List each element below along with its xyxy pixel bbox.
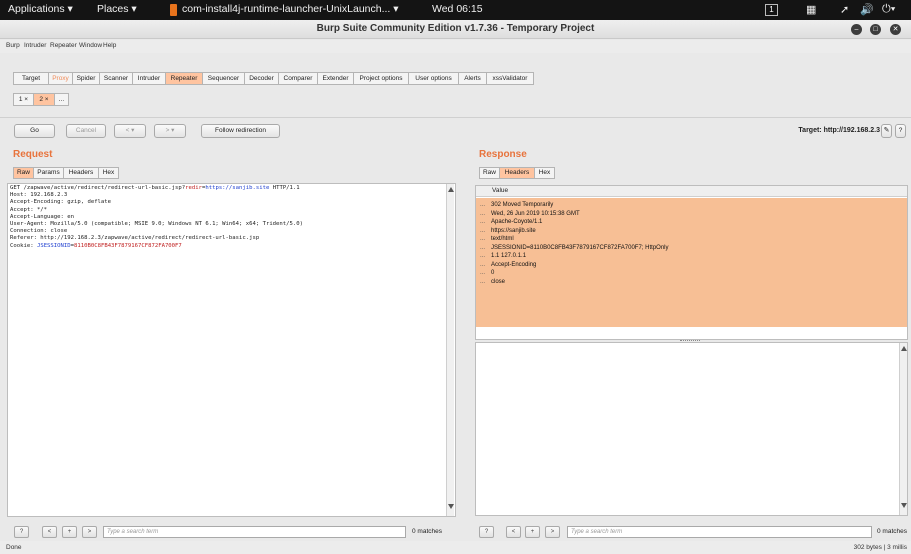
tab-repeater[interactable]: Repeater	[165, 72, 203, 85]
repeater-tab-new[interactable]: ...	[54, 93, 69, 106]
table-row[interactable]: ... 302 Moved Temporarily	[476, 201, 907, 210]
menu-intruder[interactable]: Intruder	[24, 42, 46, 49]
window-title: Burp Suite Community Edition v1.7.36 - T…	[316, 23, 595, 34]
tab-proxy[interactable]: Proxy	[48, 72, 73, 85]
tab-alerts[interactable]: Alerts	[458, 72, 487, 85]
response-search-next-button[interactable]: >	[545, 526, 560, 538]
table-row[interactable]: ... close	[476, 278, 907, 287]
request-tab-hex[interactable]: Hex	[98, 167, 119, 179]
tab-target[interactable]: Target	[13, 72, 49, 85]
response-search-prev-button[interactable]: <	[506, 526, 521, 538]
table-row[interactable]: ... text/html	[476, 235, 907, 244]
request-header-line: Accept-Language: en	[10, 213, 74, 220]
menu-help[interactable]: Help	[103, 42, 116, 49]
request-header-line: Accept-Encoding: gzip, deflate	[10, 199, 112, 206]
status-bar: Done 302 bytes | 3 millis	[0, 541, 911, 554]
edit-target-icon[interactable]: ✎	[881, 124, 892, 138]
request-tab-raw[interactable]: Raw	[13, 167, 34, 179]
menu-burp[interactable]: Burp	[6, 42, 20, 49]
table-row[interactable]: ... 1.1 127.0.1.1	[476, 252, 907, 261]
target-label: Target: http://192.168.2.3	[798, 127, 880, 134]
table-body: ... 302 Moved Temporarily ... Wed, 26 Jun …	[476, 198, 907, 327]
separator	[0, 117, 911, 118]
response-tab-raw[interactable]: Raw	[479, 167, 500, 179]
response-search-input[interactable]: Type a search term	[567, 526, 872, 538]
tab-scanner[interactable]: Scanner	[99, 72, 133, 85]
places-menu[interactable]: Places ▾	[97, 3, 137, 15]
request-header-line: Accept: */*	[10, 206, 48, 213]
power-icon[interactable]: ⏻▾	[882, 3, 895, 16]
clock[interactable]: Wed 06:15	[432, 3, 483, 15]
request-title: Request	[13, 149, 53, 160]
request-header-line: Connection: close	[10, 228, 68, 235]
table-row[interactable]: ... 0	[476, 269, 907, 278]
tab-extender[interactable]: Extender	[317, 72, 354, 85]
menu-bar: Burp Intruder Repeater Window Help	[0, 40, 911, 53]
table-row[interactable]: ... https://sanjib.site	[476, 227, 907, 236]
response-match-count: 0 matches	[877, 528, 907, 535]
request-match-count: 0 matches	[412, 528, 442, 535]
back-button[interactable]: < ▾	[114, 124, 146, 138]
system-top-bar: Applications ▾ Places ▾ com-install4j-ru…	[0, 0, 911, 20]
tab-spider[interactable]: Spider	[72, 72, 100, 85]
request-search-prev-button[interactable]: <	[42, 526, 57, 538]
table-row[interactable]: ... Wed, 26 Jun 2019 10:15:38 GMT	[476, 210, 907, 219]
table-header[interactable]: Value	[476, 186, 907, 197]
table-row[interactable]: ... Accept-Encoding	[476, 261, 907, 270]
request-tab-params[interactable]: Params	[33, 167, 64, 179]
tab-xssvalidator[interactable]: xssValidator	[486, 72, 534, 85]
close-button[interactable]: ✕	[890, 24, 901, 35]
window-title-bar[interactable]: Burp Suite Community Edition v1.7.36 - T…	[0, 20, 911, 39]
response-title: Response	[479, 149, 527, 160]
tab-sequencer[interactable]: Sequencer	[202, 72, 245, 85]
request-line: GET /zapwave/active/redirect/redirect-ur…	[10, 185, 300, 191]
response-body-editor[interactable]	[475, 342, 908, 516]
maximize-button[interactable]: □	[870, 24, 881, 35]
tab-project-options[interactable]: Project options	[353, 72, 409, 85]
go-button[interactable]: Go	[14, 124, 55, 138]
cancel-button[interactable]: Cancel	[66, 124, 106, 138]
follow-redirection-button[interactable]: Follow redirection	[201, 124, 280, 138]
repeater-tab-2[interactable]: 2 ×	[33, 93, 55, 106]
request-editor[interactable]: GET /zapwave/active/redirect/redirect-ur…	[7, 183, 456, 517]
request-search-input[interactable]: Type a search term	[103, 526, 406, 538]
active-window-menu[interactable]: com-install4j-runtime-launcher-UnixLaunc…	[182, 3, 399, 15]
table-row[interactable]: ... JSESSIONID=8110B0C8FB43F7879167CF872F…	[476, 244, 907, 253]
target-help-icon[interactable]: ?	[895, 124, 906, 138]
table-row[interactable]: ... Apache-Coyote/1.1	[476, 218, 907, 227]
tab-intruder[interactable]: Intruder	[132, 72, 166, 85]
workspace-indicator[interactable]: 1	[765, 4, 778, 16]
menu-repeater[interactable]: Repeater	[50, 42, 77, 49]
response-tab-headers[interactable]: Headers	[499, 167, 535, 179]
request-header-line: Host: 192.168.2.3	[10, 192, 68, 199]
request-tab-headers[interactable]: Headers	[63, 167, 99, 179]
response-tab-hex[interactable]: Hex	[534, 167, 555, 179]
minimize-button[interactable]: –	[851, 24, 862, 35]
power-cord-icon: ➚	[840, 4, 850, 16]
response-scrollbar[interactable]	[899, 343, 907, 515]
applications-menu[interactable]: Applications ▾	[8, 3, 73, 15]
repeater-tab-1[interactable]: 1 ×	[13, 93, 34, 106]
response-stats: 302 bytes | 3 millis	[853, 544, 907, 551]
response-headers-table[interactable]: Value ... 302 Moved Temporarily ... Wed, 2…	[475, 185, 908, 340]
request-header-line: Referer: http://192.168.2.3/zapwave/acti…	[10, 235, 260, 242]
response-search-help-button[interactable]: ?	[479, 526, 494, 538]
volume-icon[interactable]: 🔊	[860, 3, 874, 16]
java-app-icon	[170, 4, 177, 16]
forward-button[interactable]: > ▾	[154, 124, 186, 138]
request-search-next-button[interactable]: >	[82, 526, 97, 538]
request-header-line: User-Agent: Mozilla/5.0 (compatible; MSI…	[10, 220, 303, 227]
response-search-add-button[interactable]: +	[525, 526, 540, 538]
status-text: Done	[6, 544, 22, 551]
request-scrollbar[interactable]	[446, 184, 454, 516]
tab-user-options[interactable]: User options	[408, 72, 459, 85]
request-search-help-button[interactable]: ?	[14, 526, 29, 538]
menu-window[interactable]: Window	[79, 42, 102, 49]
request-cookie-line: Cookie: JSESSIONID=8110B0C8FB43F7879167C…	[10, 242, 182, 249]
request-search-add-button[interactable]: +	[62, 526, 77, 538]
network-icon[interactable]: ▦	[806, 3, 816, 16]
tab-decoder[interactable]: Decoder	[244, 72, 279, 85]
tab-comparer[interactable]: Comparer	[278, 72, 318, 85]
